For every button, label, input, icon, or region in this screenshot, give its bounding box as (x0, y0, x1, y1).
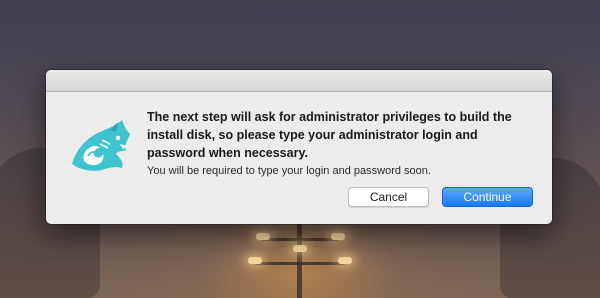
dialog-message: The next step will ask for administrator… (147, 110, 512, 160)
street-lamp (338, 257, 352, 264)
street-lamp (256, 233, 270, 240)
continue-button[interactable]: Continue (442, 187, 533, 207)
dialog-info-text: You will be required to type your login … (147, 165, 431, 177)
panther-app-icon (66, 110, 136, 174)
dialog-titlebar (46, 70, 552, 92)
street-lamp-arm (255, 262, 345, 265)
street-lamp-arm (262, 238, 338, 241)
street-lamp (248, 257, 262, 264)
street-lamp-post (297, 220, 302, 298)
street-lamp (293, 245, 307, 252)
desktop-background: The next step will ask for administrator… (0, 0, 600, 298)
street-lamp (331, 233, 345, 240)
alert-dialog: The next step will ask for administrator… (46, 70, 552, 224)
cancel-button[interactable]: Cancel (348, 187, 429, 207)
